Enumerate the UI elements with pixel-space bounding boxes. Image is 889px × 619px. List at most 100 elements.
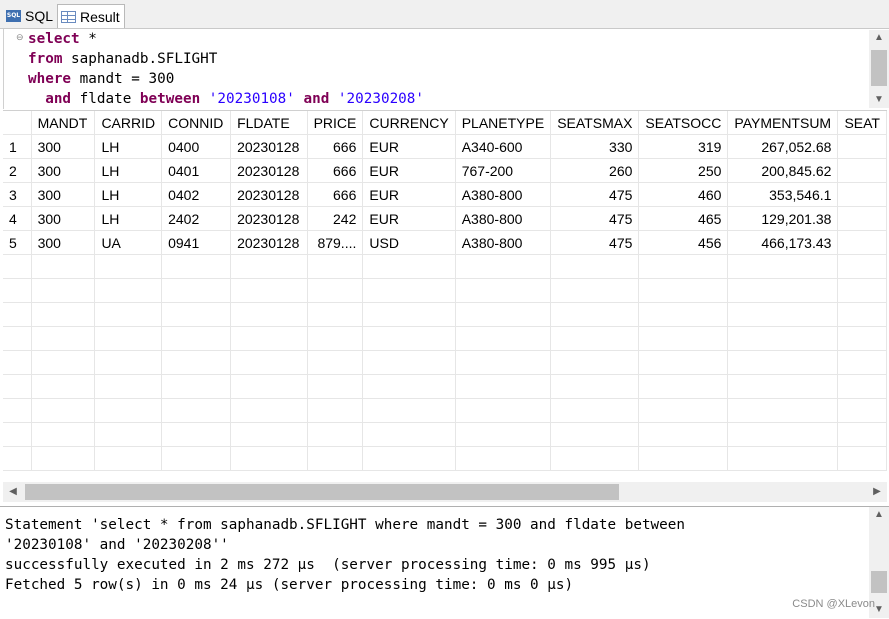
table-cell[interactable]: 129,201.38 [727, 206, 839, 231]
column-header[interactable] [3, 111, 32, 135]
table-cell[interactable]: A340-600 [455, 134, 552, 159]
table-cell[interactable]: 0402 [161, 182, 232, 207]
empty-cell [94, 422, 163, 447]
table-cell[interactable]: LH [94, 206, 163, 231]
scroll-up-icon[interactable]: ▲ [869, 30, 889, 46]
table-cell[interactable]: 260 [550, 158, 640, 183]
table-cell[interactable]: 2402 [161, 206, 232, 231]
column-header[interactable]: PAYMENTSUM [727, 111, 839, 135]
column-header[interactable]: PLANETYPE [455, 111, 552, 135]
sql-line[interactable]: and fldate between '20230108' and '20230… [28, 89, 424, 109]
column-header[interactable]: CARRID [94, 111, 163, 135]
row-number[interactable]: 4 [3, 206, 32, 231]
sql-line[interactable]: select * [28, 29, 424, 49]
table-cell[interactable]: 20230128 [230, 230, 308, 255]
table-cell[interactable]: 456 [638, 230, 729, 255]
column-header[interactable]: SEAT [837, 111, 887, 135]
table-cell[interactable]: EUR [362, 206, 456, 231]
column-header[interactable]: CURRENCY [362, 111, 456, 135]
sql-code[interactable]: select * from saphanadb.SFLIGHT where mand… [28, 29, 424, 109]
empty-cell [727, 326, 839, 351]
editor-scroll-thumb[interactable] [871, 50, 887, 86]
row-number[interactable]: 1 [3, 134, 32, 159]
table-cell[interactable]: 242 [307, 206, 364, 231]
table-cell[interactable]: LH [94, 158, 163, 183]
scroll-right-icon[interactable]: ▶ [867, 484, 887, 500]
table-cell[interactable]: 666 [307, 158, 364, 183]
table-cell[interactable] [837, 182, 887, 207]
table-row[interactable]: 3 300 LH 0402 20230128 666 EUR A380-800 475 460 35… [3, 182, 887, 207]
table-cell[interactable]: EUR [362, 158, 456, 183]
table-cell[interactable]: 300 [31, 182, 96, 207]
scroll-up-icon[interactable]: ▲ [869, 507, 889, 523]
tab-sql[interactable]: SQL SQL [6, 4, 53, 28]
table-cell[interactable]: 0401 [161, 158, 232, 183]
table-row[interactable]: 1 300 LH 0400 20230128 666 EUR A340-600 330 319 26… [3, 134, 887, 159]
table-cell[interactable]: 319 [638, 134, 729, 159]
column-header[interactable]: SEATSOCC [638, 111, 729, 135]
table-cell[interactable]: 879.... [307, 230, 364, 255]
grid-horizontal-scrollbar[interactable]: ◀ ▶ [3, 482, 887, 502]
table-cell[interactable]: 460 [638, 182, 729, 207]
table-cell[interactable]: 20230128 [230, 206, 308, 231]
table-cell[interactable]: A380-800 [455, 206, 552, 231]
sql-line[interactable]: where mandt = 300 [28, 69, 424, 89]
editor-vertical-scrollbar[interactable]: ▲ ▼ [869, 30, 889, 108]
table-cell[interactable]: 20230128 [230, 158, 308, 183]
table-cell[interactable]: A380-800 [455, 182, 552, 207]
table-cell[interactable]: 666 [307, 134, 364, 159]
table-cell[interactable]: USD [362, 230, 456, 255]
table-cell[interactable]: 475 [550, 206, 640, 231]
table-row[interactable]: 4 300 LH 2402 20230128 242 EUR A380-800 475 465 12… [3, 206, 887, 231]
column-header[interactable]: FLDATE [230, 111, 308, 135]
table-cell[interactable]: LH [94, 182, 163, 207]
sql-editor[interactable]: ⊖ select * from saphanadb.SFLIGHT where ma… [3, 29, 888, 109]
column-header[interactable]: CONNID [161, 111, 232, 135]
table-cell[interactable]: UA [94, 230, 163, 255]
table-cell[interactable]: 267,052.68 [727, 134, 839, 159]
sql-line[interactable]: from saphanadb.SFLIGHT [28, 49, 424, 69]
tab-result[interactable]: Result [57, 4, 125, 28]
table-row[interactable]: 5 300 UA 0941 20230128 879.... USD A380-800 475 4… [3, 230, 887, 255]
table-cell[interactable]: LH [94, 134, 163, 159]
table-cell[interactable]: 300 [31, 134, 96, 159]
table-cell[interactable]: 465 [638, 206, 729, 231]
table-cell[interactable] [837, 206, 887, 231]
table-row[interactable]: 2 300 LH 0401 20230128 666 EUR 767-200 260 250 200… [3, 158, 887, 183]
table-cell[interactable]: 300 [31, 206, 96, 231]
message-console: Statement 'select * from saphanadb.SFLIG… [0, 506, 889, 619]
table-cell[interactable]: 330 [550, 134, 640, 159]
table-cell[interactable]: 767-200 [455, 158, 552, 183]
table-cell[interactable]: 200,845.62 [727, 158, 839, 183]
table-cell[interactable]: 20230128 [230, 134, 308, 159]
row-number[interactable]: 5 [3, 230, 32, 255]
table-cell[interactable]: 0941 [161, 230, 232, 255]
console-scroll-thumb[interactable] [871, 571, 887, 593]
table-cell[interactable]: 300 [31, 158, 96, 183]
table-cell[interactable]: EUR [362, 182, 456, 207]
table-cell[interactable] [837, 230, 887, 255]
table-cell[interactable]: A380-800 [455, 230, 552, 255]
row-number[interactable]: 3 [3, 182, 32, 207]
column-header[interactable]: MANDT [31, 111, 96, 135]
table-cell[interactable] [837, 134, 887, 159]
table-cell[interactable]: 475 [550, 182, 640, 207]
scroll-down-icon[interactable]: ▼ [869, 92, 889, 108]
table-cell[interactable]: 20230128 [230, 182, 308, 207]
table-cell[interactable]: 666 [307, 182, 364, 207]
table-cell[interactable]: 475 [550, 230, 640, 255]
table-cell[interactable]: 250 [638, 158, 729, 183]
table-cell[interactable]: 353,546.1 [727, 182, 839, 207]
fold-collapse-icon[interactable]: ⊖ [16, 32, 24, 43]
table-cell[interactable]: 466,173.43 [727, 230, 839, 255]
table-cell[interactable] [837, 158, 887, 183]
table-cell[interactable]: 0400 [161, 134, 232, 159]
table-cell[interactable]: 300 [31, 230, 96, 255]
grid-scroll-thumb[interactable] [25, 484, 619, 500]
scroll-left-icon[interactable]: ◀ [3, 484, 23, 500]
row-number[interactable]: 2 [3, 158, 32, 183]
column-header[interactable]: SEATSMAX [550, 111, 640, 135]
result-grid[interactable]: MANDT CARRID CONNID FLDATE PRICE CURRENCY PLAN… [3, 110, 887, 483]
table-cell[interactable]: EUR [362, 134, 456, 159]
column-header[interactable]: PRICE [307, 111, 364, 135]
